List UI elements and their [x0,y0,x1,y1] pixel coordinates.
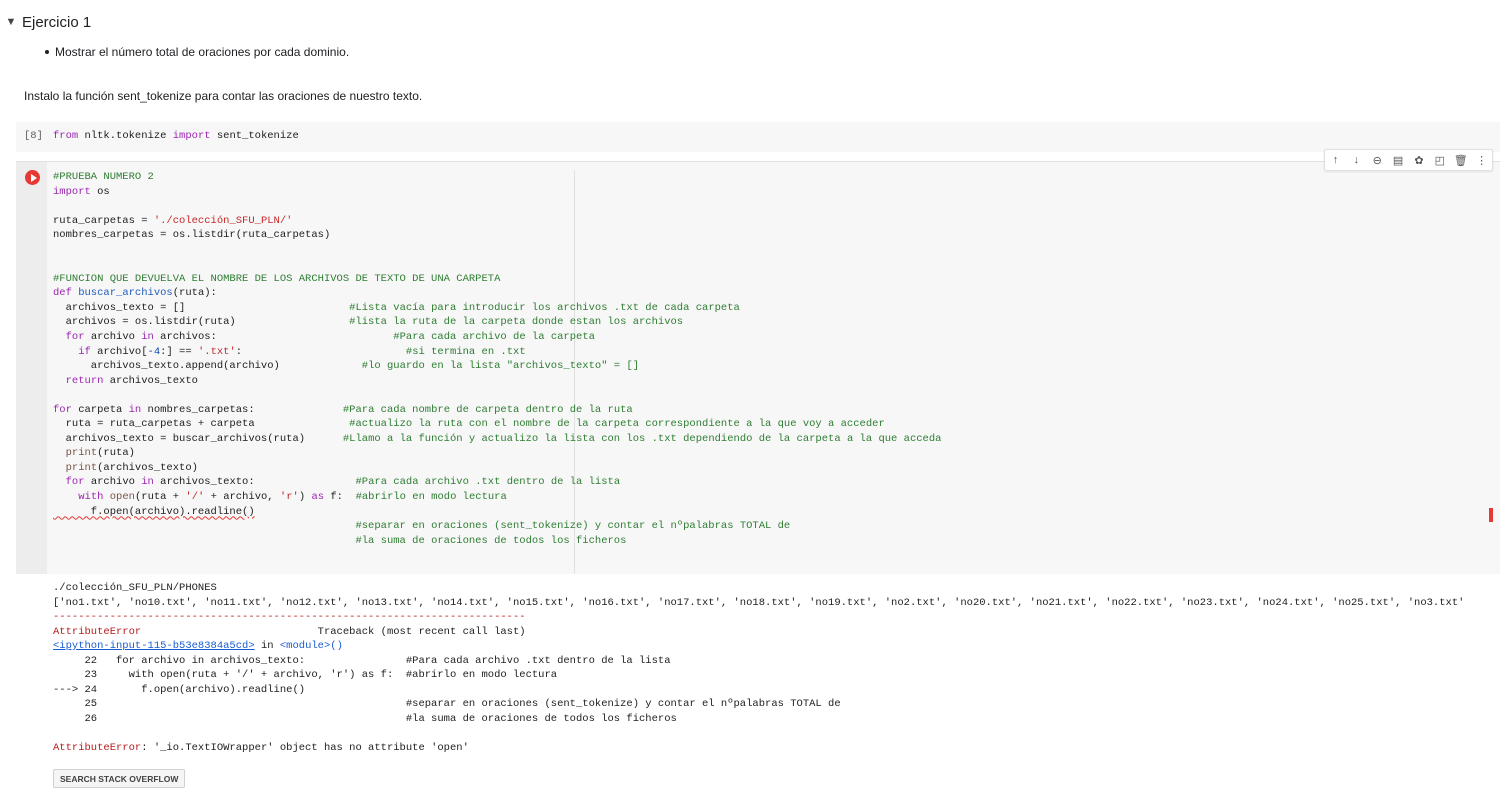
output-line: 23 with open(ruta + '/' + archivo, 'r') … [53,669,558,681]
gear-icon[interactable]: ✿ [1412,153,1426,167]
code-line: #FUNCION QUE DEVUELVA EL NOMBRE DE LOS A… [53,272,501,285]
code-line: def buscar_archivos(ruta): [53,287,217,300]
arrow-up-icon[interactable]: ↑ [1328,153,1342,167]
error-squiggle: f.open(archivo).readline() [53,505,255,518]
markdown-paragraph: Instalo la función sent_tokenize para co… [24,89,423,103]
code-line: #PRUEBA NUMERO 2 [53,171,154,183]
output-line: 26 #la suma de oraciones de todos los fi… [53,712,677,725]
code-line: for archivo in archivos: #Para cada arch… [65,331,595,344]
code-line: for carpeta in nombres_carpetas: #Para c… [53,403,633,416]
search-stack-overflow-button[interactable]: SEARCH STACK OVERFLOW [53,769,186,788]
output-line: ./colección_SFU_PLN/PHONES [53,582,217,594]
output-line: AttributeError: '_io.TextIOWrapper' obje… [53,741,469,754]
output-line: 25 #separar en oraciones (sent_tokenize)… [53,698,841,710]
code-line: print(archivos_texto) [65,461,198,474]
code-line: archivos_texto.append(archivo) #lo guard… [53,360,640,373]
code-line: ruta_carpetas = './colección_SFU_PLN/' [53,214,293,227]
code-line-error: f.open(archivo).readline() [53,505,941,520]
code-line: if archivo[-4:] == '.txt': #si termina e… [78,345,526,358]
cell-output: ./colección_SFU_PLN/PHONES ['no1.txt', 'n… [53,581,1464,755]
code-line: nombres_carpetas = os.listdir(ruta_carpe… [53,229,331,242]
cell-gutter [16,162,47,574]
code-cell-8[interactable]: [8] from nltk.tokenize import sent_token… [16,122,1500,152]
execution-count: [8] [24,130,43,142]
output-line: ['no1.txt', 'no10.txt', 'no11.txt', 'no1… [53,596,1465,609]
output-line: AttributeError Traceback (most recent ca… [53,625,526,638]
kw-import: import [172,130,211,142]
code-cell-main[interactable]: #PRUEBA NUMERO 2 import os ruta_carpetas … [16,161,1500,574]
code-editor[interactable]: #PRUEBA NUMERO 2 import os ruta_carpetas … [53,170,941,548]
code-line: ruta = ruta_carpetas + carpeta #actualiz… [53,418,885,431]
code-line: archivos = os.listdir(ruta) #lista la ru… [53,316,684,329]
module-name: nltk.tokenize [78,130,173,142]
output-line: 22 for archivo in archivos_texto: #Para … [53,654,671,667]
code-line: archivos_texto = [] #Lista vacía para in… [53,301,740,314]
code-line: print(ruta) [65,447,135,460]
code-line: return archivos_texto [65,374,198,387]
section-header[interactable]: ▼ Ejercicio 1 [0,10,92,34]
cell-toolbar: ↑ ↓ ⊖ ▤ ✿ ◰ 🗑 ⋮ [1324,149,1493,171]
code-line: import os [53,185,110,198]
mirror-cell-icon[interactable]: ◰ [1433,153,1447,167]
code-editor[interactable]: from nltk.tokenize import sent_tokenize [53,130,299,142]
output-line: ----------------------------------------… [53,611,526,623]
run-cell-button[interactable] [25,170,40,185]
import-name: sent_tokenize [210,130,299,142]
error-scroll-marker [1489,508,1493,522]
code-line: #la suma de oraciones de todos los fiche… [355,534,627,547]
delete-icon[interactable]: 🗑 [1454,153,1468,167]
traceback-file-link[interactable]: <ipython-input-115-b53e8384a5cd> [53,640,255,652]
more-icon[interactable]: ⋮ [1475,153,1489,167]
code-line: #separar en oraciones (sent_tokenize) y … [355,520,791,533]
code-line: with open(ruta + '/' + archivo, 'r') as … [78,491,507,504]
collapse-caret-icon[interactable]: ▼ [0,16,22,28]
kw-from: from [53,130,79,142]
code-line: archivos_texto = buscar_archivos(ruta) #… [53,432,942,445]
bullet-item: Mostrar el número total de oraciones por… [45,45,349,59]
arrow-down-icon[interactable]: ↓ [1349,153,1363,167]
code-line: for archivo in archivos_texto: #Para cad… [65,476,621,489]
output-line: ---> 24 f.open(archivo).readline() [53,683,306,696]
output-line: <ipython-input-115-b53e8384a5cd> in <mod… [53,640,343,652]
section-title: Ejercicio 1 [22,13,92,31]
play-icon [30,173,37,182]
bullet-dot-icon [45,50,49,54]
link-icon[interactable]: ⊖ [1370,153,1384,167]
bullet-text: Mostrar el número total de oraciones por… [55,45,350,59]
comment-icon[interactable]: ▤ [1391,153,1405,167]
